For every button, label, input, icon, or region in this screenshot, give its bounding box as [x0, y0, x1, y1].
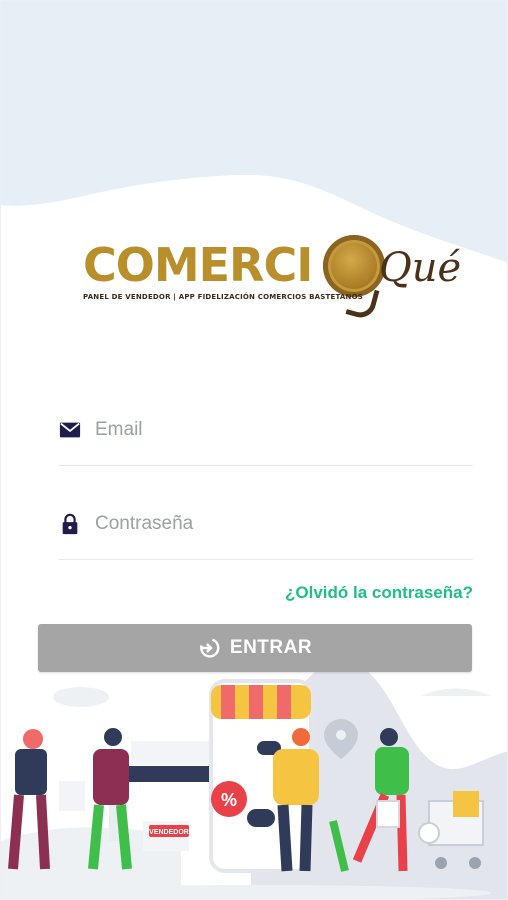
logo-que: Qué: [379, 245, 462, 291]
shopping-illustration: % VENDEDOR: [1, 661, 507, 899]
password-input[interactable]: [93, 505, 467, 543]
email-input[interactable]: [93, 411, 467, 449]
envelope-icon: [59, 422, 81, 438]
vendor-sign-text: VENDEDOR: [149, 829, 189, 836]
logo-wordmark: COMERCI: [83, 238, 313, 292]
lock-icon: [62, 513, 78, 535]
brand-logo: COMERCI Qué PANEL DE VENDEDOR | APP FIDE…: [79, 229, 461, 321]
login-icon: [199, 638, 220, 658]
logo-tagline: PANEL DE VENDEDOR | APP FIDELIZACIÓN COM…: [83, 293, 363, 301]
sale-badge-text: %: [221, 790, 237, 810]
forgot-password-link[interactable]: ¿Olvidó la contraseña?: [285, 583, 473, 603]
login-screen: COMERCI Qué PANEL DE VENDEDOR | APP FIDE…: [0, 0, 508, 900]
email-field: [59, 405, 473, 466]
login-button[interactable]: ENTRAR: [38, 624, 472, 672]
password-field: [59, 499, 473, 560]
login-button-label: ENTRAR: [229, 637, 313, 658]
